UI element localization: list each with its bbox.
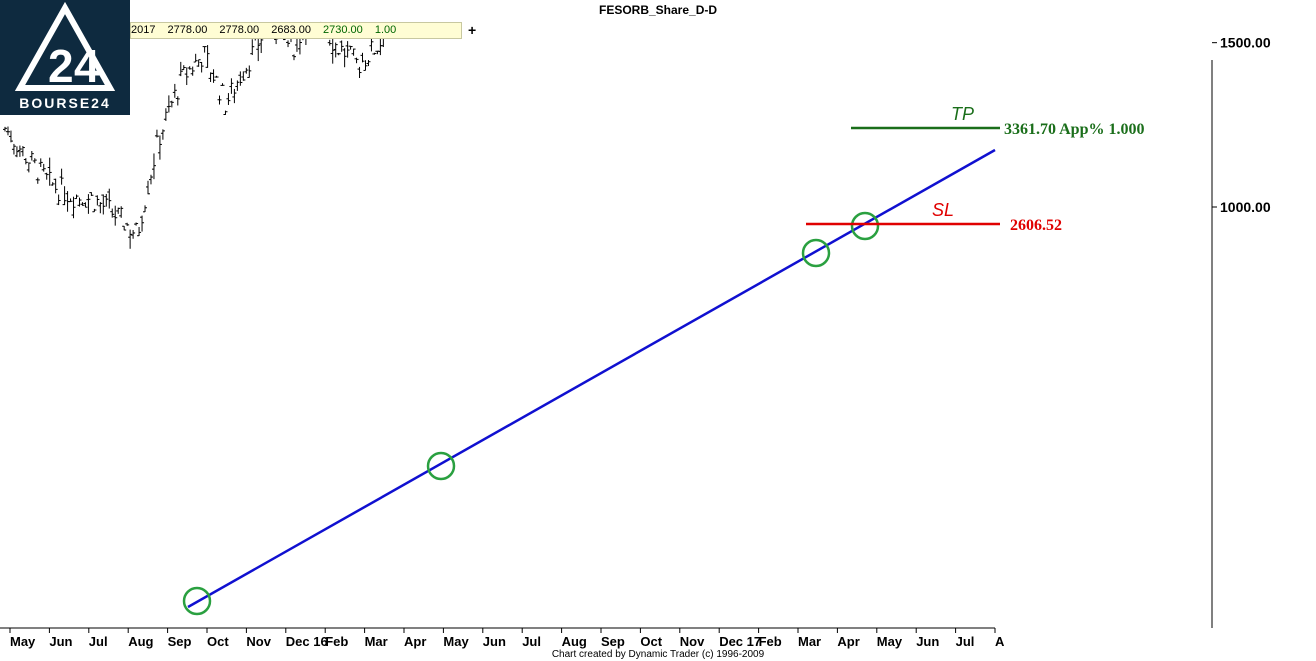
x-tick-label: Nov [246,634,271,649]
quote-bar: 2017 2778.00 2778.00 2683.00 2730.00 1.0… [130,22,462,39]
tp-value-label: 3361.70 App% 1.000 [1004,121,1144,138]
tp-label: TP [951,104,974,124]
trendline-touch-circle [426,451,456,481]
chart-title: FESORB_Share_D-D [0,0,1316,20]
svg-text:4: 4 [74,40,100,92]
x-tick-label: Jun [483,634,506,649]
x-tick-label: Sep [168,634,192,649]
x-tick-label: Oct [640,634,662,649]
x-tick-label: Jul [956,634,975,649]
x-tick-label: May [877,634,903,649]
x-tick-label: Nov [680,634,705,649]
y-tick-label: 1500.00 [1220,35,1271,51]
logo-text: BOURSE24 [19,95,111,111]
trendline-touch-circle [850,211,880,241]
quote-date: 2017 [131,24,156,36]
logo-mark-icon: 2 4 [14,1,116,92]
x-tick-label: Sep [601,634,625,649]
trendline [187,148,996,609]
x-tick-label: Oct [207,634,229,649]
svg-text:2: 2 [48,40,74,92]
x-tick-label: Aug [128,634,153,649]
x-tick-label: Dec 17 [719,634,761,649]
x-tick-label: Mar [798,634,821,649]
quote-open: 2778.00 [167,24,208,36]
x-tick-label: Mar [365,634,388,649]
x-tick-label: Jul [89,634,108,649]
quote-low: 2683.00 [271,24,311,36]
sl-value-label: 2606.52 [1010,217,1062,234]
sl-label: SL [932,200,954,220]
footer-credit: Chart created by Dynamic Trader (c) 1996… [551,649,765,660]
price-chart: 1000.001500.002000.002500.003000.003500.… [0,0,1271,649]
x-tick-label: Feb [759,634,782,649]
x-tick-label: Feb [325,634,348,649]
x-tick-label: Jun [49,634,72,649]
quote-high: 2778.00 [219,24,260,36]
x-tick-label: May [10,634,36,649]
x-tick-label: Jul [522,634,541,649]
x-tick-label: Dec 16 [286,634,328,649]
x-tick-label: May [443,634,469,649]
add-button[interactable]: + [468,22,478,38]
x-tick-label: Apr [404,634,426,649]
y-tick-label: 1000.00 [1220,199,1271,215]
logo: 2 4 BOURSE24 [0,0,130,115]
quote-ratio: 1.00 [374,24,397,36]
x-tick-label: A [995,634,1005,649]
trendline-touch-circle [801,238,831,268]
x-tick-label: Apr [837,634,859,649]
x-tick-label: Jun [916,634,939,649]
x-tick-label: Aug [562,634,587,649]
quote-close: 2730.00 [323,24,363,36]
